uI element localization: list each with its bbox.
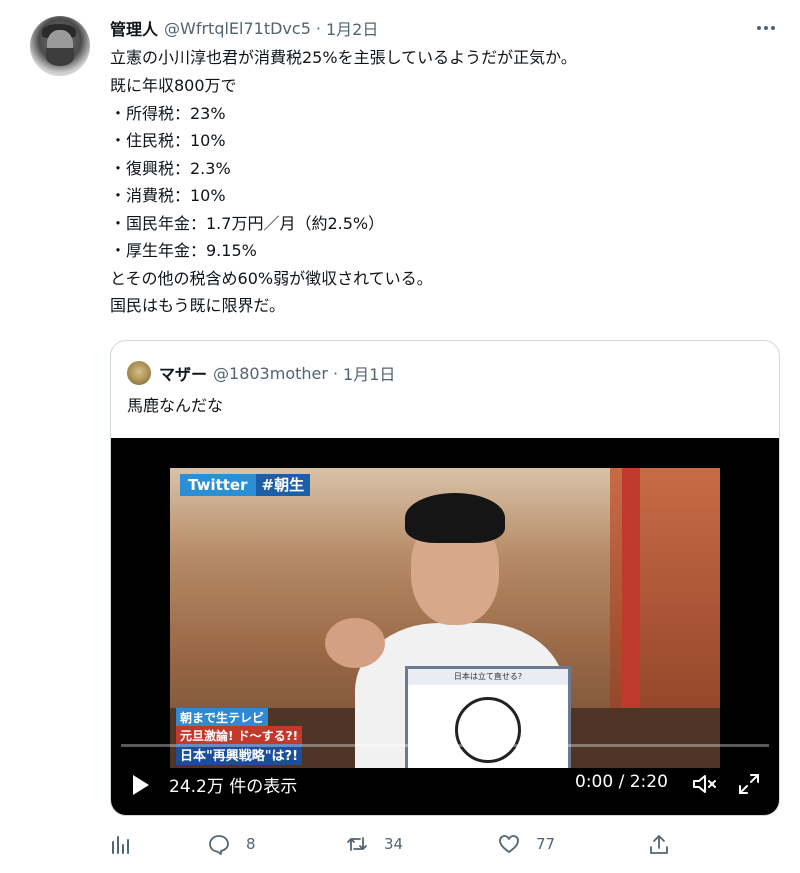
quote-date: 1月1日 <box>343 365 396 384</box>
caption-topic: 日本"再興戦略"は?! <box>176 744 303 765</box>
retweet-button[interactable]: 34 <box>346 828 403 860</box>
broadcast-caption: 朝まで生テレビ 元旦激論! ド〜する?! 日本"再興戦略"は?! <box>170 708 370 768</box>
video-time: 0:00 / 2:20 <box>575 772 668 792</box>
video-player[interactable]: Twitter #朝生 日本は立て直せる? 朝まで生テレビ 元旦激論! ド〜する… <box>111 438 779 815</box>
reply-button[interactable]: 8 <box>208 828 256 860</box>
author-handle[interactable]: @WfrtqlEl71tDvc5 <box>164 19 311 38</box>
tweet-line: ・消費税：10% <box>110 186 226 205</box>
quote-text: 馬鹿なんだな <box>127 396 224 415</box>
quote-author-name: マザー <box>159 365 208 384</box>
retweet-icon <box>347 837 367 851</box>
author-name[interactable]: 管理人 <box>110 16 158 40</box>
caption-program: 朝まで生テレビ <box>176 708 269 727</box>
tag-twitter: Twitter <box>180 474 256 496</box>
flip-board: 日本は立て直せる? <box>405 666 571 768</box>
tweet-line: ・復興税：2.3% <box>110 159 231 178</box>
tweet-header: 管理人 @WfrtqlEl71tDvc5 · 1月2日 <box>110 16 378 40</box>
speaker-hair <box>405 493 505 543</box>
like-button[interactable]: 77 <box>498 828 555 860</box>
tweet-date[interactable]: 1月2日 <box>326 16 378 40</box>
avatar-beard <box>46 48 74 66</box>
quote-author-handle: @1803mother <box>213 363 328 383</box>
tag-hashtag: #朝生 <box>255 474 311 496</box>
analytics-button[interactable] <box>110 828 132 860</box>
quoted-tweet[interactable]: マザー @1803mother · 1月1日 馬鹿なんだな Twitter #朝… <box>110 340 780 816</box>
tweet-line: 既に年収800万で <box>110 76 237 95</box>
tweet-line: ・厚生年金：9.15% <box>110 241 257 260</box>
quote-author-avatar <box>127 361 151 385</box>
video-controls: 24.2万 件の表示 0:00 / 2:20 <box>111 764 779 804</box>
video-progress-bar[interactable] <box>121 744 769 747</box>
caption-headline: 元旦激論! ド〜する?! <box>176 726 303 745</box>
view-count: 24.2万 件の表示 <box>169 777 298 797</box>
like-count: 77 <box>536 835 556 853</box>
tweet-line: ・国民年金：1.7万円／月（約2.5%） <box>110 214 385 233</box>
fullscreen-icon[interactable] <box>737 772 761 796</box>
board-title: 日本は立て直せる? <box>408 669 568 685</box>
reply-icon <box>209 835 229 855</box>
share-button[interactable] <box>648 828 670 860</box>
tweet-line: ・所得税：23% <box>110 104 226 123</box>
analytics-icon <box>112 836 129 854</box>
tweet-line: ・住民税：10% <box>110 131 226 150</box>
share-icon <box>650 835 668 854</box>
tweet-line: 立憲の小川淳也君が消費税25%を主張しているようだが正気か。 <box>110 48 577 67</box>
separator-dot: · <box>332 363 339 383</box>
author-avatar[interactable] <box>30 16 90 76</box>
tweet-line: 国民はもう既に限界だ。 <box>110 296 286 315</box>
tweet-line: とその他の税含め60%弱が徴収されている。 <box>110 269 433 288</box>
reply-count: 8 <box>246 835 256 853</box>
play-icon[interactable] <box>133 775 149 795</box>
broadcast-tag: Twitter #朝生 <box>180 474 311 496</box>
video-frame: Twitter #朝生 日本は立て直せる? 朝まで生テレビ 元旦激論! ド〜する… <box>170 468 720 768</box>
quote-header: マザー @1803mother · 1月1日 <box>159 361 395 385</box>
mute-icon[interactable] <box>691 772 717 796</box>
speaker-hand <box>325 618 385 668</box>
separator-dot: · <box>315 18 321 38</box>
retweet-count: 34 <box>384 835 404 853</box>
more-horizontal-icon[interactable] <box>754 20 778 36</box>
heart-icon <box>499 835 519 853</box>
board-circle-mark <box>455 697 521 763</box>
tweet-actions: 8 34 77 <box>110 828 770 860</box>
